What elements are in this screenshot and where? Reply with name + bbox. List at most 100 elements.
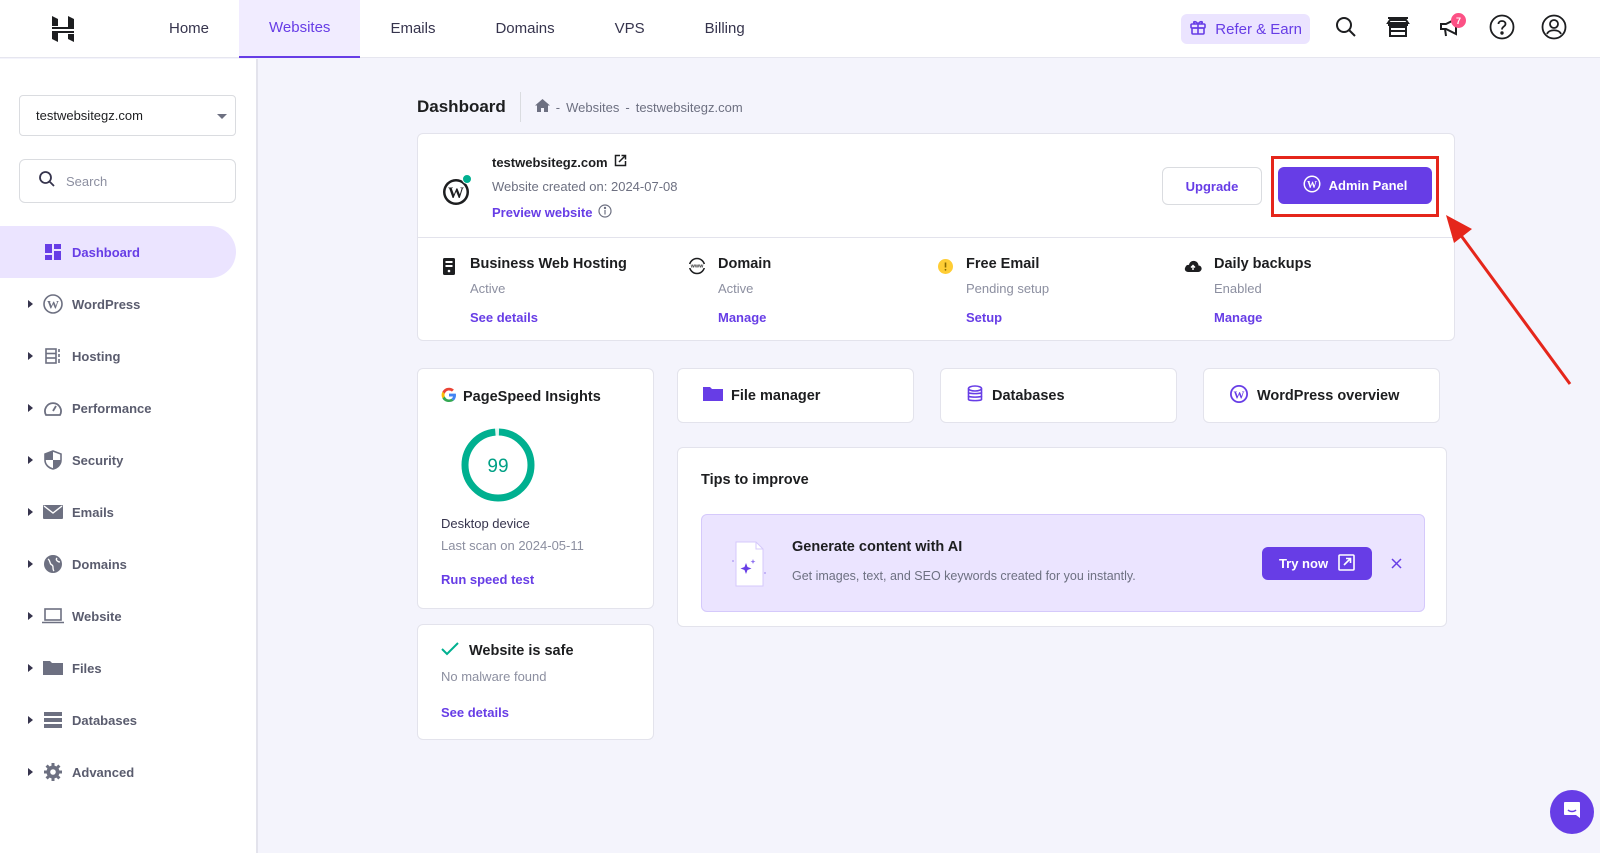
website-selector-value: testwebsitegz.com: [36, 108, 143, 123]
website-overview-card: W testwebsitegz.com Website created on: …: [417, 133, 1455, 341]
pagespeed-device: Desktop device: [441, 516, 530, 531]
quick-link-wordpress-overview[interactable]: W WordPress overview: [1203, 368, 1440, 423]
caret-right-icon: [28, 716, 33, 724]
breadcrumb-websites[interactable]: Websites: [566, 100, 619, 115]
store-icon: [1386, 16, 1410, 43]
mail-icon: [42, 501, 64, 523]
service-title: Free Email: [966, 256, 1040, 272]
wordpress-icon: W: [1229, 384, 1249, 408]
service-daily-backups: Daily backups Enabled Manage: [1162, 238, 1412, 342]
search-button[interactable]: [1330, 13, 1362, 45]
service-free-email: Free Email Pending setup Setup: [914, 238, 1164, 342]
service-link-manage-domain[interactable]: Manage: [718, 310, 766, 325]
website-domain[interactable]: testwebsitegz.com: [492, 154, 627, 170]
ai-content-banner: Generate content with AI Get images, tex…: [701, 514, 1425, 612]
service-link-setup[interactable]: Setup: [966, 310, 1002, 325]
website-header: W testwebsitegz.com Website created on: …: [418, 134, 1454, 238]
upgrade-button[interactable]: Upgrade: [1162, 167, 1262, 205]
quick-link-databases[interactable]: Databases: [940, 368, 1177, 423]
home-icon[interactable]: [534, 99, 550, 115]
chat-icon: [1562, 800, 1582, 825]
nav-domains[interactable]: Domains: [465, 0, 584, 58]
breadcrumb-separator: -: [625, 99, 630, 115]
external-link-icon[interactable]: [614, 154, 627, 170]
cloud-upload-icon: [1184, 257, 1202, 275]
folder-icon: [703, 386, 723, 406]
sidebar-item-label: WordPress: [72, 296, 141, 312]
dashboard-icon: [42, 241, 64, 263]
tips-title: Tips to improve: [701, 472, 809, 488]
service-link-see-details[interactable]: See details: [470, 310, 538, 325]
tips-card: Tips to improve Generate content with AI…: [677, 447, 1447, 627]
sidebar-search[interactable]: [19, 159, 236, 203]
svg-text:W: W: [47, 298, 59, 312]
notifications-button[interactable]: 7: [1434, 13, 1466, 45]
database-icon: [42, 709, 64, 731]
folder-icon: [42, 657, 64, 679]
pagespeed-title: PageSpeed Insights: [441, 387, 601, 407]
account-button[interactable]: [1538, 13, 1570, 45]
breadcrumb: - Websites - testwebsitegz.com: [534, 99, 743, 115]
run-speed-test-link[interactable]: Run speed test: [441, 572, 534, 587]
service-link-manage-backups[interactable]: Manage: [1214, 310, 1262, 325]
sidebar-item-performance[interactable]: Performance: [0, 382, 258, 434]
search-icon: [1335, 16, 1357, 43]
nav-billing[interactable]: Billing: [675, 0, 775, 58]
sidebar-menu: Dashboard W WordPress Hosting Performanc…: [0, 226, 258, 798]
sidebar-item-advanced[interactable]: Advanced: [0, 746, 258, 798]
sidebar-item-label: Databases: [72, 712, 138, 728]
ai-banner-subtitle: Get images, text, and SEO keywords creat…: [792, 569, 1136, 583]
pagespeed-score-gauge: 99: [461, 428, 535, 502]
nav-websites[interactable]: Websites: [239, 0, 361, 58]
svg-text:W: W: [1234, 389, 1245, 401]
sidebar-item-wordpress[interactable]: W WordPress: [0, 278, 258, 330]
caret-right-icon: [28, 300, 33, 308]
refer-earn-button[interactable]: Refer & Earn: [1181, 14, 1310, 44]
sidebar-item-label: Advanced: [72, 764, 135, 780]
breadcrumb-current: testwebsitegz.com: [635, 99, 743, 115]
store-button[interactable]: [1382, 13, 1414, 45]
sidebar-item-files[interactable]: Files: [0, 642, 258, 694]
nav-home[interactable]: Home: [139, 0, 239, 58]
laptop-icon: [42, 605, 64, 627]
sidebar-search-input[interactable]: [66, 173, 216, 189]
svg-text:WWW: WWW: [691, 264, 704, 269]
caret-right-icon: [28, 352, 33, 360]
page-header: Dashboard - Websites - testwebsitegz.com: [417, 92, 743, 122]
close-icon[interactable]: [1386, 553, 1406, 573]
sidebar-item-website[interactable]: Website: [0, 590, 258, 642]
nav-emails[interactable]: Emails: [360, 0, 465, 58]
quick-link-file-manager[interactable]: File manager: [677, 368, 914, 423]
malware-scan-card: Website is safe No malware found See det…: [417, 624, 654, 740]
topbar-actions: Refer & Earn 7: [1181, 0, 1570, 58]
malware-see-details-link[interactable]: See details: [441, 705, 509, 720]
preview-website-link[interactable]: Preview website: [492, 204, 613, 221]
sidebar-item-hosting[interactable]: Hosting: [0, 330, 258, 382]
caret-right-icon: [28, 768, 33, 776]
sidebar-item-security[interactable]: Security: [0, 434, 258, 486]
sidebar-item-databases[interactable]: Databases: [0, 694, 258, 746]
malware-scan-status: No malware found: [441, 669, 547, 684]
top-navigation-bar: Home Websites Emails Domains VPS Billing…: [0, 0, 1600, 58]
notification-badge: 7: [1451, 13, 1466, 28]
sidebar-item-emails[interactable]: Emails: [0, 486, 258, 538]
admin-panel-button[interactable]: W Admin Panel: [1278, 167, 1432, 204]
live-chat-button[interactable]: [1550, 790, 1594, 834]
sidebar-item-dashboard[interactable]: Dashboard: [0, 226, 236, 278]
help-icon: [1489, 14, 1515, 45]
sidebar-item-label: Dashboard: [72, 244, 140, 260]
external-link-icon: [1338, 553, 1355, 574]
www-icon: WWW: [688, 257, 706, 275]
info-icon[interactable]: [598, 204, 613, 221]
nav-vps[interactable]: VPS: [585, 0, 675, 58]
try-now-button[interactable]: Try now: [1262, 547, 1372, 580]
sidebar-item-label: Emails: [72, 504, 114, 520]
website-selector[interactable]: testwebsitegz.com: [19, 95, 236, 136]
caret-right-icon: [28, 612, 33, 620]
caret-right-icon: [28, 664, 33, 672]
chevron-down-icon: [217, 114, 227, 119]
help-button[interactable]: [1486, 13, 1518, 45]
hostinger-logo[interactable]: [37, 0, 89, 58]
service-domain: WWW Domain Active Manage: [666, 238, 916, 342]
sidebar-item-domains[interactable]: Domains: [0, 538, 258, 590]
